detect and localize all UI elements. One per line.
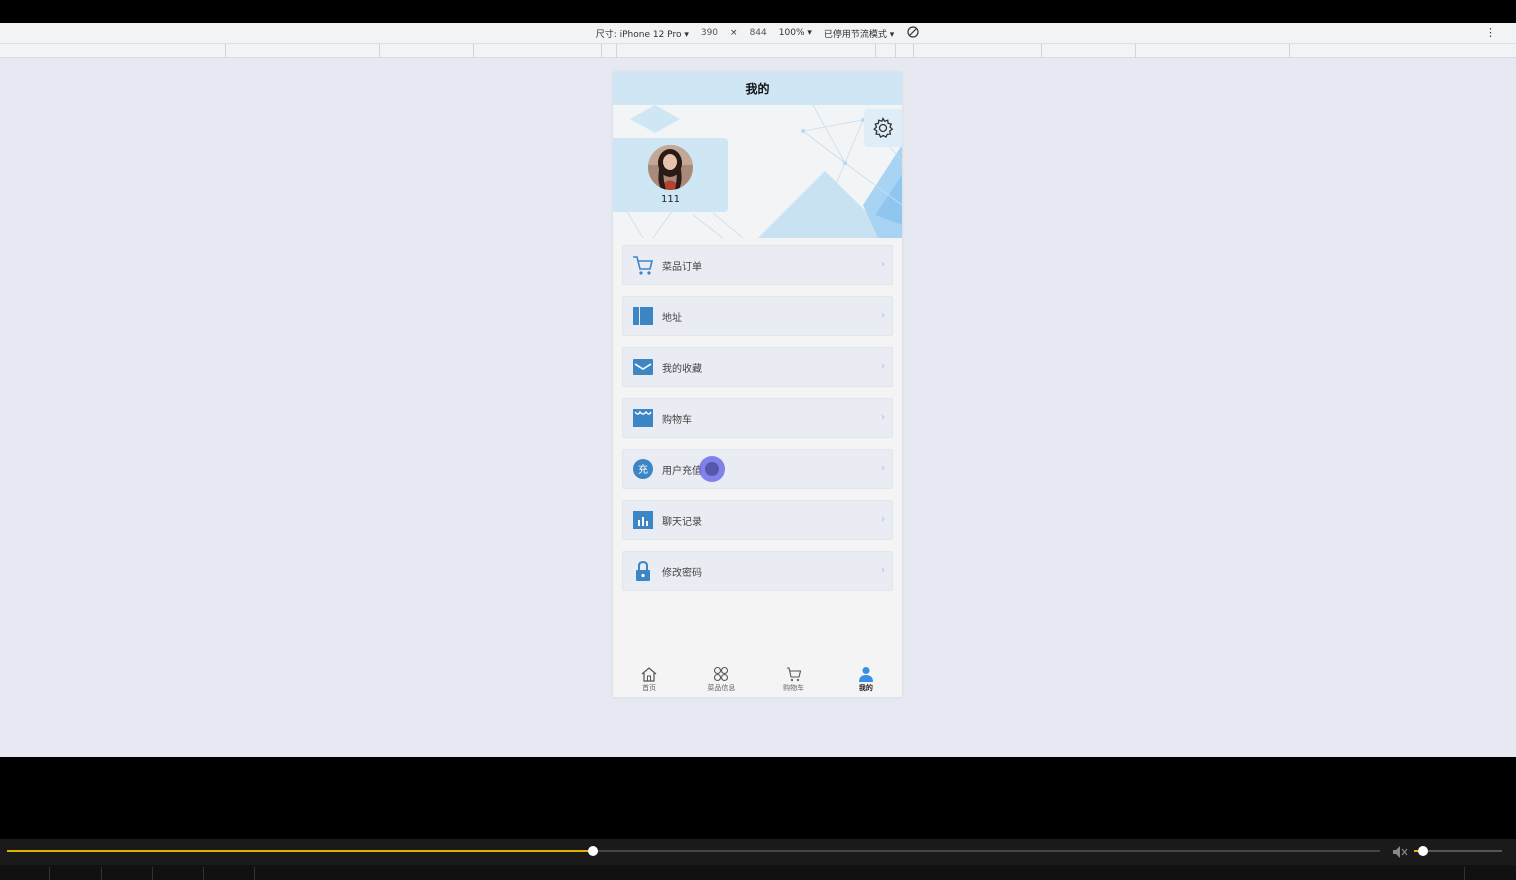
gear-icon [873, 117, 894, 139]
bottom-tab-bar: 首页 菜品信息 购物车 我的 [613, 659, 902, 697]
cart-icon [786, 667, 801, 682]
device-viewport: 我的 111 菜品订单 › 地址 › 我的收藏 › 购物车 › 充 用户充值 ›… [0, 58, 1516, 757]
address-icon [632, 305, 654, 327]
page-title: 我的 [613, 72, 902, 105]
tab-dish-info[interactable]: 菜品信息 [685, 659, 757, 697]
profile-header: 111 [613, 105, 902, 238]
menu-item-change-password[interactable]: 修改密码 › [622, 551, 893, 591]
menu-item-favorites[interactable]: 我的收藏 › [622, 347, 893, 387]
shop-icon [632, 407, 654, 429]
volume-track[interactable] [1414, 846, 1502, 856]
more-options-icon[interactable]: ⋮ [1485, 26, 1496, 39]
chart-icon [632, 509, 654, 531]
top-black-bar [0, 0, 1516, 23]
chevron-right-icon: › [881, 310, 885, 321]
progress-fill [7, 850, 594, 852]
menu-item-label: 菜品订单 [662, 261, 702, 273]
profile-card[interactable]: 111 [613, 138, 728, 212]
recharge-icon: 充 [632, 458, 654, 480]
menu-item-chat-history[interactable]: 聊天记录 › [622, 500, 893, 540]
menu-item-label: 地址 [662, 312, 682, 324]
dimension-separator: × [730, 28, 738, 38]
height-input[interactable]: 844 [750, 28, 767, 38]
progress-track[interactable] [7, 846, 1380, 856]
chevron-right-icon: › [881, 514, 885, 525]
menu-item-address[interactable]: 地址 › [622, 296, 893, 336]
menu-item-label: 修改密码 [662, 567, 702, 579]
menu-list: 菜品订单 › 地址 › 我的收藏 › 购物车 › 充 用户充值 › 聊天记录 ›… [622, 245, 893, 602]
tab-label: 我的 [858, 684, 873, 692]
menu-item-label: 聊天记录 [662, 516, 702, 528]
rotate-icon[interactable] [906, 25, 920, 42]
favorite-icon [632, 356, 654, 378]
home-icon [641, 667, 657, 682]
username: 111 [660, 194, 681, 205]
tab-label: 菜品信息 [707, 684, 736, 692]
tab-cart[interactable]: 购物车 [758, 659, 830, 697]
tab-label: 首页 [642, 684, 657, 692]
bottom-black-bar [0, 757, 1516, 839]
tab-mine[interactable]: 我的 [830, 659, 902, 697]
menu-item-label: 购物车 [662, 414, 692, 426]
chevron-right-icon: › [881, 361, 885, 372]
throttle-select[interactable]: 已停用节流模式 ▾ [824, 27, 894, 40]
menu-item-label: 用户充值 [662, 465, 702, 477]
svg-text:充: 充 [638, 463, 648, 476]
menu-item-label: 我的收藏 [662, 363, 702, 375]
progress-handle[interactable] [588, 846, 599, 856]
menu-item-shopping-cart[interactable]: 购物车 › [622, 398, 893, 438]
settings-button[interactable] [864, 109, 902, 147]
menu-item-orders[interactable]: 菜品订单 › [622, 245, 893, 285]
zoom-select[interactable]: 100% ▾ [779, 28, 812, 38]
volume-handle[interactable] [1417, 846, 1428, 856]
width-input[interactable]: 390 [701, 28, 718, 38]
avatar[interactable] [648, 145, 693, 190]
chevron-right-icon: › [881, 463, 885, 474]
grid-icon [714, 666, 729, 682]
chevron-right-icon: › [881, 259, 885, 270]
volume-icon[interactable] [1392, 844, 1408, 863]
menu-item-recharge[interactable]: 充 用户充值 › [622, 449, 893, 489]
phone-screen: 我的 111 菜品订单 › 地址 › 我的收藏 › 购物车 › 充 用户充值 ›… [613, 72, 902, 697]
tab-home[interactable]: 首页 [613, 659, 685, 697]
touch-cursor-indicator [699, 456, 725, 482]
video-player-controls [0, 839, 1516, 865]
lock-icon [632, 560, 654, 582]
cart-icon [632, 254, 654, 276]
user-icon [858, 667, 873, 682]
device-select[interactable]: 尺寸: iPhone 12 Pro ▾ [596, 27, 689, 40]
media-query-ruler [0, 43, 1516, 58]
chevron-right-icon: › [881, 412, 885, 423]
devtools-toolbar: 尺寸: iPhone 12 Pro ▾ 390 × 844 100% ▾ 已停用… [0, 23, 1516, 43]
tab-label: 购物车 [783, 684, 805, 692]
footer-strip [0, 865, 1516, 880]
chevron-right-icon: › [881, 565, 885, 576]
